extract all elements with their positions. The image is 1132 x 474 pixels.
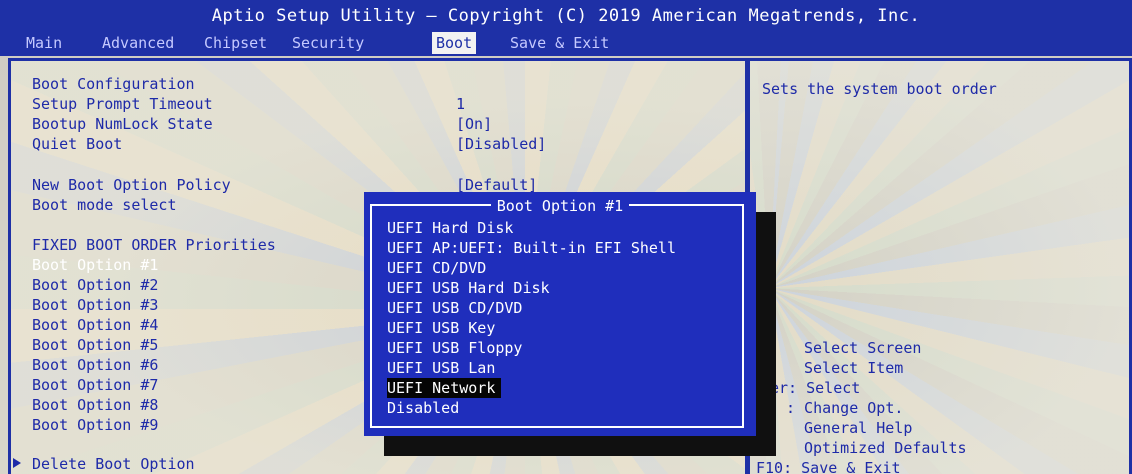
boot-option-6[interactable]: Boot Option #6 <box>32 355 158 375</box>
new-boot-option-policy-label[interactable]: New Boot Option Policy <box>32 175 231 195</box>
popup-option-uefi-usb-hard-disk[interactable]: UEFI USB Hard Disk <box>387 278 550 298</box>
boot-option-5[interactable]: Boot Option #5 <box>32 335 158 355</box>
tab-security[interactable]: Security <box>288 32 368 54</box>
boot-mode-select-label[interactable]: Boot mode select <box>32 195 177 215</box>
popup-option-disabled[interactable]: Disabled <box>387 398 459 418</box>
tab-save-exit[interactable]: Save & Exit <box>506 32 613 54</box>
popup-option-uefi-cd-dvd[interactable]: UEFI CD/DVD <box>387 258 486 278</box>
key-help-select-item: Select Item <box>804 359 904 377</box>
key-help-select-screen: Select Screen <box>804 339 922 357</box>
header-bar: Aptio Setup Utility – Copyright (C) 2019… <box>0 0 1132 56</box>
tab-main[interactable]: Main <box>22 32 66 54</box>
utility-title: Aptio Setup Utility – Copyright (C) 2019… <box>211 6 921 26</box>
popup-option-uefi-usb-floppy[interactable]: UEFI USB Floppy <box>387 338 522 358</box>
section-title-boot-configuration: Boot Configuration <box>32 75 195 93</box>
submenu-arrow-icon <box>13 458 21 468</box>
popup-title-text: Boot Option #1 <box>490 197 630 215</box>
key-help-save-exit: F10: Save & Exit <box>756 459 901 474</box>
quiet-boot-label[interactable]: Quiet Boot <box>32 134 122 154</box>
tab-boot[interactable]: Boot <box>432 32 477 54</box>
key-help-general-help: General Help <box>804 419 913 437</box>
boot-option-9[interactable]: Boot Option #9 <box>32 415 158 435</box>
boot-option-popup: Boot Option #1 UEFI Hard Disk UEFI AP:UE… <box>364 192 756 436</box>
delete-boot-option[interactable]: Delete Boot Option <box>32 454 195 474</box>
fixed-boot-order-title: FIXED BOOT ORDER Priorities <box>32 236 276 254</box>
tab-chipset[interactable]: Chipset <box>200 32 271 54</box>
bios-screen: Aptio Setup Utility – Copyright (C) 2019… <box>0 0 1132 474</box>
popup-option-uefi-network[interactable]: UEFI Network <box>387 378 502 398</box>
boot-option-4[interactable]: Boot Option #4 <box>32 315 158 335</box>
key-help-change-opt: : Change Opt. <box>786 399 904 417</box>
tab-advanced[interactable]: Advanced <box>98 32 178 54</box>
popup-option-uefi-usb-key[interactable]: UEFI USB Key <box>387 318 495 338</box>
popup-title: Boot Option #1 <box>364 196 756 215</box>
popup-option-uefi-efi-shell[interactable]: UEFI AP:UEFI: Built-in EFI Shell <box>387 238 676 258</box>
bootup-numlock-state-label[interactable]: Bootup NumLock State <box>32 114 213 134</box>
quiet-boot-value[interactable]: [Disabled] <box>456 134 546 154</box>
boot-option-7[interactable]: Boot Option #7 <box>32 375 158 395</box>
bootup-numlock-state-value[interactable]: [On] <box>456 114 492 134</box>
key-help-optimized-defaults: Optimized Defaults <box>804 439 967 457</box>
boot-option-8[interactable]: Boot Option #8 <box>32 395 158 415</box>
popup-option-uefi-hard-disk[interactable]: UEFI Hard Disk <box>387 218 513 238</box>
help-description: Sets the system boot order <box>762 80 997 98</box>
popup-option-uefi-usb-cd-dvd[interactable]: UEFI USB CD/DVD <box>387 298 522 318</box>
setup-prompt-timeout-value[interactable]: 1 <box>456 94 465 114</box>
key-help-enter-select: er: Select <box>770 379 861 397</box>
popup-option-uefi-usb-lan[interactable]: UEFI USB Lan <box>387 358 495 378</box>
setup-prompt-timeout-label[interactable]: Setup Prompt Timeout <box>32 94 213 114</box>
boot-option-2[interactable]: Boot Option #2 <box>32 275 158 295</box>
boot-option-1[interactable]: Boot Option #1 <box>32 255 158 275</box>
boot-option-3[interactable]: Boot Option #3 <box>32 295 158 315</box>
